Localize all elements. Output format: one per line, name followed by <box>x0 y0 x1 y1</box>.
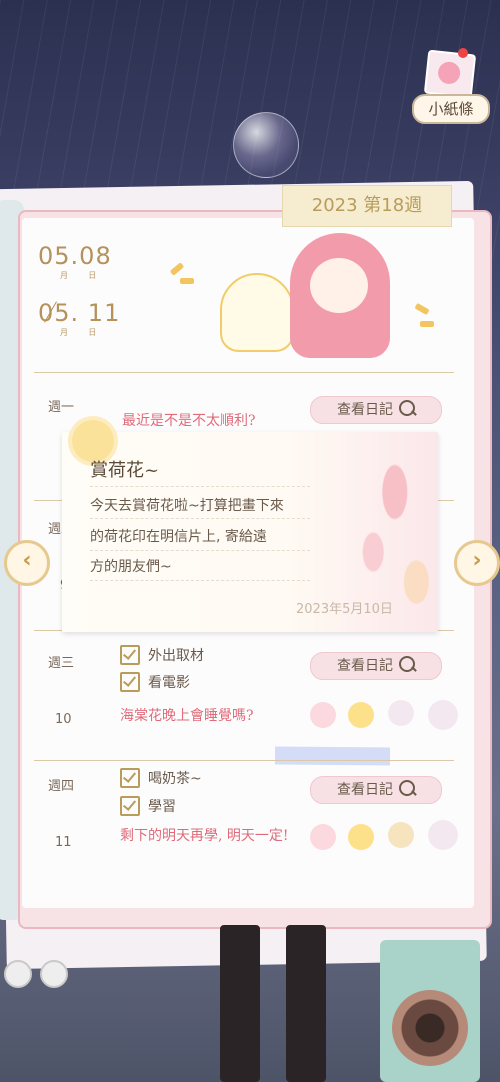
next-week-arrow[interactable]: › <box>454 540 500 586</box>
pin-icon <box>458 48 468 58</box>
bunny-character <box>220 273 294 352</box>
todo-item: 外出取材 <box>148 648 204 664</box>
todo-item: 學習 <box>148 799 176 815</box>
day-num-wed: 10 <box>55 712 72 727</box>
day-note-thu: 剩下的明天再學, 明天一定! <box>120 828 289 844</box>
view-diary-button-thu[interactable]: 查看日記 <box>310 776 442 804</box>
todo-item: 喝奶茶~ <box>148 771 202 787</box>
date-range: 05.08 月 日 05. 11 月 日 <box>38 242 120 338</box>
day-label-thu: 週四 <box>48 779 75 794</box>
bubble-decoration <box>233 112 299 178</box>
bee-sticker-icon <box>388 822 414 848</box>
weather-sun-icon <box>348 702 374 728</box>
popup-date: 2023年5月10日 <box>296 602 393 617</box>
weather-sun-icon <box>348 824 374 850</box>
todo-item: 看電影 <box>148 675 190 691</box>
mood-face-icon <box>310 702 336 728</box>
note-shortcut-button[interactable]: 小紙條 <box>412 48 490 124</box>
outfit-icon <box>428 820 458 850</box>
speaker-cone-icon <box>392 990 468 1066</box>
checkbox-checked <box>120 645 140 665</box>
header-divider <box>34 372 454 373</box>
week-tag: 2023 第18週 <box>282 185 452 227</box>
checkbox-checked <box>120 672 140 692</box>
day-divider <box>34 760 454 761</box>
sparkle-icon <box>180 278 194 284</box>
search-icon <box>399 780 415 796</box>
day-label-mon: 週一 <box>48 400 75 415</box>
day-label-wed: 週三 <box>48 656 75 671</box>
popup-line <box>90 580 310 581</box>
sticker-icon <box>388 700 414 726</box>
mood-face-icon <box>310 824 336 850</box>
prev-week-arrow[interactable]: ‹ <box>4 540 50 586</box>
character-legs <box>220 925 330 1082</box>
popup-line <box>90 486 310 487</box>
sparkle-icon <box>420 321 434 327</box>
popup-line <box>90 518 310 519</box>
checkbox-checked <box>120 796 140 816</box>
bells-decoration <box>0 890 80 1000</box>
day-num-thu: 11 <box>55 835 72 850</box>
search-icon <box>399 656 415 672</box>
day-note-wed: 海棠花晚上會睡覺嗎? <box>120 708 254 724</box>
end-date-sub: 月 日 <box>60 328 97 337</box>
note-avatar-icon <box>423 49 477 99</box>
view-diary-button-wed[interactable]: 查看日記 <box>310 652 442 680</box>
outfit-icon <box>428 700 458 730</box>
washi-tape-decoration <box>274 746 391 766</box>
popup-title: 賞荷花~ <box>90 460 160 481</box>
checkbox-checked <box>120 768 140 788</box>
popup-line <box>90 550 310 551</box>
popup-text-line: 今天去賞荷花啦~打算把畫下來 <box>90 498 284 514</box>
view-diary-button-mon[interactable]: 查看日記 <box>310 396 442 424</box>
start-date: 05.08 <box>38 242 112 270</box>
day-note-mon: 最近是不是不太順利? <box>122 413 256 429</box>
girl-face <box>310 258 368 313</box>
start-date-sub: 月 日 <box>60 271 97 280</box>
popup-text-line: 的荷花印在明信片上, 寄給遠 <box>90 529 267 545</box>
popup-text-line: 方的朋友們~ <box>90 559 172 575</box>
sparkle-icon <box>414 302 430 316</box>
search-icon <box>399 400 415 416</box>
character-illustration <box>169 228 435 368</box>
note-label: 小紙條 <box>412 94 490 124</box>
